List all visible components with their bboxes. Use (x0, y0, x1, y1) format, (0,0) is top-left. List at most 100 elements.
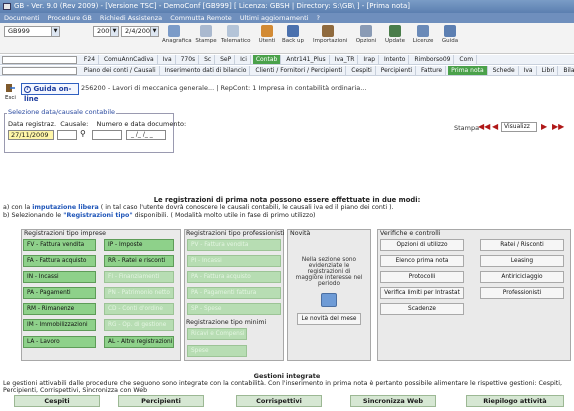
pa-fattura-acquisto-prof-button[interactable]: PA - Fattura acquisto (187, 271, 281, 283)
tab-antr141[interactable]: Antr141_Plus (283, 55, 330, 64)
subtab-piano-conti[interactable]: Piano dei conti / Causali (81, 66, 160, 75)
riepilogo-attivita-button[interactable]: Riepilogo attività (466, 395, 564, 407)
esci-button[interactable]: Esci (5, 83, 16, 103)
utenti-button[interactable]: Utenti (255, 23, 279, 50)
stampe-button[interactable]: Stampe (194, 23, 218, 50)
document-number-input[interactable] (92, 130, 122, 140)
pa-pagamenti-fattura-button[interactable]: PA - Pagamenti fattura (187, 287, 281, 299)
module-select[interactable] (2, 56, 77, 64)
subtab-schede[interactable]: Schede (490, 66, 519, 75)
novita-mese-button[interactable]: Le novità del mese (297, 313, 361, 325)
date-select[interactable]: 2/4/2009 ▼ (121, 26, 159, 37)
rm-rimanenze-button[interactable]: RM - Rimanenze (23, 303, 96, 315)
registrazioni-tipo-link[interactable]: "Registrazioni tipo" (63, 212, 132, 219)
al-altre-registrazioni-button[interactable]: AL - Altre registrazioni (104, 336, 174, 348)
company-select[interactable]: GB999 ▼ (4, 26, 60, 37)
fi-finanziamenti-button[interactable]: FI - Finanziamenti (104, 271, 174, 283)
guida-button[interactable]: Guida (438, 23, 462, 50)
licenze-button[interactable]: Licenze (411, 23, 435, 50)
ricavi-compensi-button[interactable]: Ricavi e Compensi (187, 328, 247, 340)
menu-item-aggiornamenti[interactable]: Ultimi aggiornamenti (240, 14, 309, 22)
tab-iva[interactable]: Iva (160, 55, 176, 64)
selection-panel: Selezione data/causale contabile Data re… (4, 108, 186, 153)
menu-item-remote[interactable]: Commutta Remote (170, 14, 232, 22)
telematico-button[interactable]: Telematico (221, 23, 251, 50)
update-button[interactable]: Update (383, 23, 407, 50)
tab-ici[interactable]: Ici (237, 55, 251, 64)
menu-item-assistenza[interactable]: Richiedi Assistenza (100, 14, 162, 22)
cd-conti-ordine-button[interactable]: CD - Conti d'ordine (104, 303, 174, 315)
sincronizza-web-button[interactable]: Sincronizza Web (350, 395, 436, 407)
causale-input[interactable] (57, 130, 77, 140)
last-record-icon[interactable]: ▶▶ (552, 122, 564, 131)
tab-comuanncadiva[interactable]: ComuAnnCadiva (101, 55, 158, 64)
tab-irap[interactable]: Irap (360, 55, 380, 64)
subtab-libri[interactable]: Libri (539, 66, 559, 75)
subtab-cespiti[interactable]: Cespiti (348, 66, 376, 75)
next-record-icon[interactable]: ▶ (541, 122, 547, 131)
submodule-select[interactable] (2, 67, 77, 75)
fa-fattura-acquisto-button[interactable]: FA - Fattura acquisto (23, 255, 96, 267)
tab-sc[interactable]: Sc (201, 55, 216, 64)
leasing-button[interactable]: Leasing (480, 255, 564, 267)
tab-sep[interactable]: SeP (217, 55, 236, 64)
ip-imposte-button[interactable]: IP - Imposte (104, 239, 174, 251)
window-title: GB - Ver. 9.0 (Rev 2009) - [Versione TSC… (14, 2, 411, 10)
minimi-spese-button[interactable]: Spese (187, 345, 247, 357)
backup-button[interactable]: Back up (281, 23, 305, 50)
subtab-fatture[interactable]: Fatture (418, 66, 447, 75)
fv-fattura-vendita-button[interactable]: FV - Fattura vendita (23, 239, 96, 251)
first-record-icon[interactable]: ◀◀ (478, 122, 490, 131)
protocolli-button[interactable]: Protocolli (380, 271, 464, 283)
visualizza-select[interactable]: Visualizz (501, 122, 537, 132)
scadenze-button[interactable]: Scadenze (380, 303, 464, 315)
binoculars-icon[interactable]: ⚲ (80, 129, 86, 138)
anagrafica-button[interactable]: Anagrafica (162, 23, 192, 50)
subtab-clienti-fornitori[interactable]: Clienti / Fornitori / Percipienti (252, 66, 347, 75)
menu-item-help[interactable]: ? (317, 14, 320, 22)
tab-iva-tr[interactable]: Iva_TR (332, 55, 359, 64)
document-date-input[interactable]: _ /_ /_ _ (126, 130, 166, 140)
tab-f24[interactable]: F24 (81, 55, 100, 64)
corrispettivi-button[interactable]: Corrispettivi (236, 395, 322, 407)
registration-date-input[interactable]: 27/11/2009 (8, 130, 54, 140)
verifica-intrastat-button[interactable]: Verifica limiti per Intrastat (380, 287, 464, 299)
tab-com[interactable]: Com (456, 55, 478, 64)
menu-item-documenti[interactable]: Documenti (4, 14, 39, 22)
ratei-risconti-button[interactable]: Ratei / Risconti (480, 239, 564, 251)
in-incassi-button[interactable]: IN - Incassi (23, 271, 96, 283)
menu-item-procedure[interactable]: Procedure GB (48, 14, 92, 22)
tab-770s[interactable]: 770s (178, 55, 200, 64)
subtab-bilancio[interactable]: Bilancio (560, 66, 574, 75)
opzioni-button[interactable]: Opzioni (354, 23, 378, 50)
pn-patrimonio-netto-button[interactable]: PN - Patrimonio netto (104, 287, 174, 299)
elenco-prima-nota-button[interactable]: Elenco prima nota (380, 255, 464, 267)
rg-op-gestione-button[interactable]: RG - Op. di gestione (104, 319, 174, 331)
antiriciclaggio-button[interactable]: Antiriciclaggio (480, 271, 564, 283)
pi-incassi-button[interactable]: PI - Incassi (187, 255, 281, 267)
subtab-prima-nota[interactable]: Prima nota (448, 66, 488, 75)
importazioni-button[interactable]: Importazioni (313, 23, 347, 50)
im-immobilizzazioni-button[interactable]: IM - Immobilizzazioni (23, 319, 96, 331)
tab-contab[interactable]: Contab (252, 55, 282, 64)
opzioni-utilizzo-button[interactable]: Opzioni di utilizzo (380, 239, 464, 251)
tab-rimborso09[interactable]: Rimborso09 (411, 55, 455, 64)
subtab-bilancio-dati[interactable]: Inserimento dati di bilancio (162, 66, 251, 75)
prev-record-icon[interactable]: ◀ (492, 122, 498, 131)
sp-spese-button[interactable]: SP - Spese (187, 303, 281, 315)
pa-pagamenti-button[interactable]: PA - Pagamenti (23, 287, 96, 299)
year-select[interactable]: 2009 ▼ (93, 26, 119, 37)
subtab-iva[interactable]: Iva (521, 66, 537, 75)
imputazione-libera-link[interactable]: imputazione libera (32, 204, 99, 211)
rr-ratei-risconti-button[interactable]: RR - Ratei e risconti (104, 255, 174, 267)
news-icon (321, 293, 337, 307)
tab-intento[interactable]: Intento (381, 55, 410, 64)
professionisti-button[interactable]: Professionisti (480, 287, 564, 299)
pv-fattura-vendita-button[interactable]: PV - Fattura vendita (187, 239, 281, 251)
help-online-button[interactable]: ? Guida on-line (21, 83, 79, 103)
cespiti-button[interactable]: Cespiti (14, 395, 100, 407)
percipienti-button[interactable]: Percipienti (118, 395, 204, 407)
info-title: Le registrazioni di prima nota possono e… (153, 196, 421, 204)
subtab-percipienti[interactable]: Percipienti (378, 66, 417, 75)
la-lavoro-button[interactable]: LA - Lavoro (23, 336, 96, 348)
